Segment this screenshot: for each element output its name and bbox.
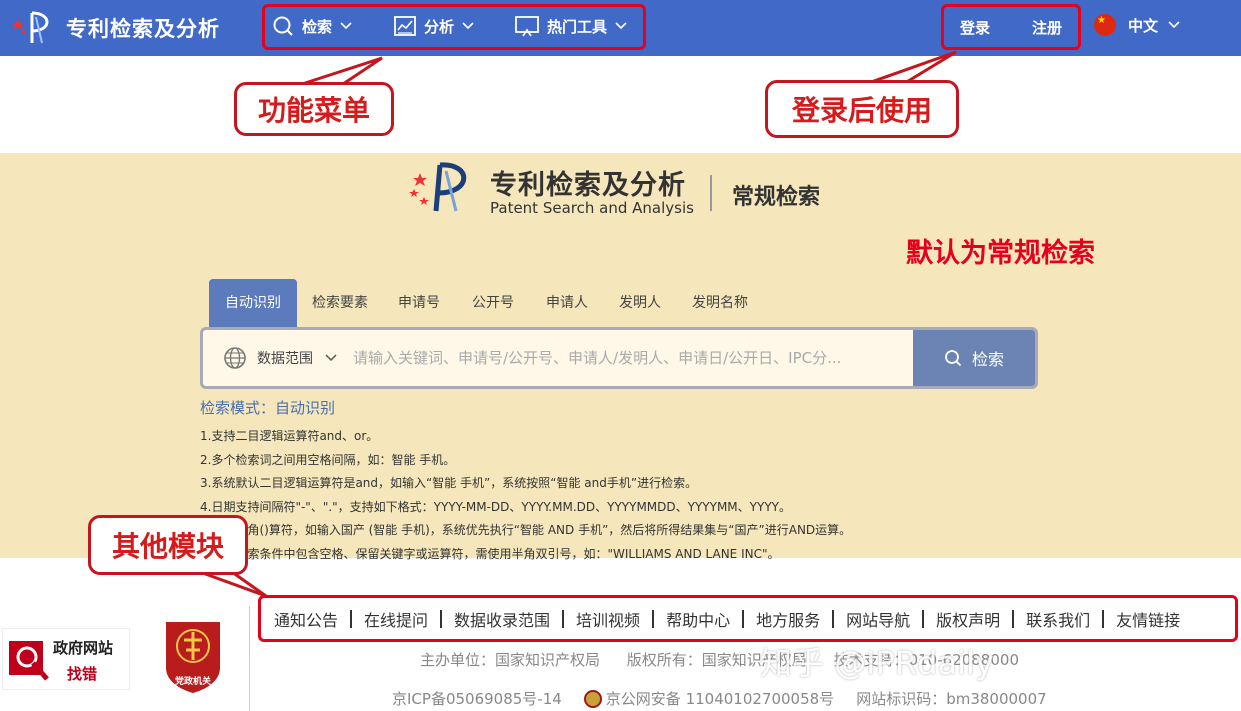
tab-search-elements[interactable]: 检索要素 <box>305 279 375 327</box>
party-badge-label: 党政机关 <box>174 677 211 687</box>
default-mode-annotation: 默认为常规检索 <box>906 238 1095 269</box>
brand-block: 专利检索及分析 Patent Search and Analysis 常规检索 <box>406 159 846 219</box>
menu-callout: 功能菜单 <box>234 82 394 136</box>
brand-divider <box>710 175 712 211</box>
tab-auto-detect[interactable]: 自动识别 <box>209 279 297 327</box>
police-record-text[interactable]: 京公网安备 11040102700058号 <box>606 688 834 709</box>
footer-links-highlight-frame <box>258 595 1238 642</box>
data-scope-dropdown[interactable]: 数据范围 <box>223 346 337 370</box>
login-callout: 登录后使用 <box>765 80 959 138</box>
rule-item: 1.支持二目逻辑运算符and、or。 <box>200 429 379 443</box>
magnifier-icon <box>9 641 49 681</box>
search-panel: 专利检索及分析 Patent Search and Analysis 常规检索 … <box>0 153 1241 561</box>
search-rules-list: 1.支持二目逻辑运算符and、or。 2.多个检索词之间用空格间隔，如：智能 手… <box>200 425 1200 566</box>
logo-icon[interactable] <box>12 9 54 47</box>
search-mode-title: 常规检索 <box>732 185 821 210</box>
tab-applicant[interactable]: 申请人 <box>539 279 595 327</box>
nav-highlight-frame <box>262 4 646 50</box>
china-flag-icon <box>1094 14 1116 36</box>
search-button-label: 检索 <box>971 350 1004 369</box>
site-id-text: 网站标识码：bm38000007 <box>856 690 1047 708</box>
brand-english-name: Patent Search and Analysis <box>490 199 694 217</box>
rule-item: 3.系统默认二目逻辑运算符是and，如输入“智能 手机”，系统按照“智能 and… <box>200 476 698 490</box>
other-modules-callout: 其他模块 <box>88 515 248 575</box>
tab-invention-title[interactable]: 发明名称 <box>685 279 755 327</box>
other-callout-pointer <box>199 570 267 598</box>
search-input[interactable] <box>353 340 913 376</box>
tab-publication-number[interactable]: 公开号 <box>465 279 521 327</box>
patent-logo-icon <box>409 162 467 212</box>
watermark-text: 知乎 @IPRdaily <box>760 644 994 682</box>
rule-item: 5.支持半角()算符，如输入国产 (智能 手机)，系统优先执行“智能 AND 手… <box>200 523 852 537</box>
rule-item: 6.如果检索条件中包含空格、保留关键字或运算符，需使用半角双引号，如："WILL… <box>200 546 780 561</box>
icp-text[interactable]: 京ICP备05069085号-14 <box>392 688 562 709</box>
footer-divider <box>249 606 250 711</box>
search-bar: 数据范围 检索 <box>200 327 1038 389</box>
chevron-down-icon <box>325 354 337 362</box>
app-title[interactable]: 专利检索及分析 <box>66 13 220 43</box>
police-badge-icon <box>583 689 602 708</box>
gov-error-report-badge[interactable]: 政府网站 找错 <box>2 628 130 690</box>
globe-icon <box>224 347 246 369</box>
search-mode-indicator: 检索模式：自动识别 <box>200 399 336 417</box>
search-icon <box>945 350 962 367</box>
language-label: 中文 <box>1128 16 1159 35</box>
search-button[interactable]: 检索 <box>913 330 1035 386</box>
rule-item: 2.多个检索词之间用空格间隔，如：智能 手机。 <box>200 452 456 467</box>
rule-item: 4.日期支持间隔符"-"、"."，支持如下格式：YYYY-MM-DD、YYYY.… <box>200 499 791 514</box>
gov-badge-subtitle: 找错 <box>67 665 98 683</box>
brand-chinese-name: 专利检索及分析 <box>490 170 686 201</box>
footer-registration-line: 京ICP备05069085号-14 京公网安备 11040102700058号 … <box>392 688 1069 709</box>
top-header: 专利检索及分析 检索 分析 热门工具 登录 注册 中文 <box>0 0 1241 56</box>
data-scope-label: 数据范围 <box>257 351 313 367</box>
party-gov-badge[interactable]: 党政机关 <box>160 618 226 694</box>
language-switcher[interactable]: 中文 <box>1094 14 1180 36</box>
tab-inventor[interactable]: 发明人 <box>612 279 668 327</box>
auth-highlight-frame <box>941 4 1081 50</box>
gov-badge-title: 政府网站 <box>53 639 114 657</box>
chevron-down-icon <box>1168 21 1180 29</box>
tab-application-number[interactable]: 申请号 <box>391 279 447 327</box>
sponsor-text: 主办单位：国家知识产权局 <box>420 651 601 669</box>
